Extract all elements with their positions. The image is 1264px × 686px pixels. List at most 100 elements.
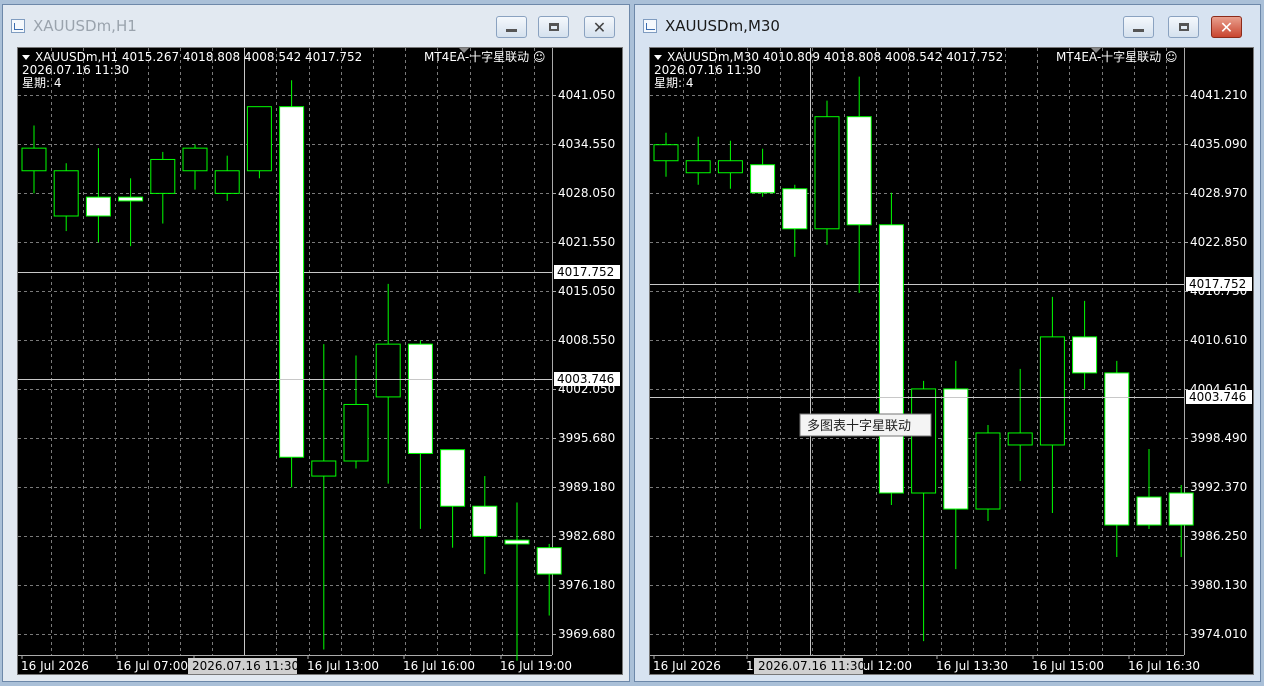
candle-body	[750, 164, 776, 194]
y-tick-label: 3974.010	[1190, 627, 1247, 641]
y-tick-label: 4022.850	[1190, 235, 1247, 249]
candle-body	[782, 188, 808, 230]
x-tick-label: 16 Jul 2026	[21, 659, 89, 673]
chart-canvas: 4041.2104035.0904028.9704022.8504016.730…	[650, 48, 1252, 674]
candle	[182, 144, 208, 190]
chart-icon	[643, 19, 657, 33]
y-tick-label: 3976.180	[558, 578, 615, 592]
candle	[717, 140, 743, 189]
window-title: XAUUSDm,M30	[665, 17, 780, 35]
candle-body	[1136, 496, 1162, 526]
candle	[1007, 368, 1033, 481]
current-price-tag-label: 4017.752	[1189, 277, 1246, 291]
bar-datetime-label: 2026.07.16 11:30	[654, 63, 761, 77]
x-tick-label: 16 Jul 13:30	[936, 659, 1008, 673]
candle-body	[214, 170, 240, 194]
minimize-button[interactable]	[1123, 16, 1154, 38]
x-tick-label: 16 Jul 15:00	[1032, 659, 1104, 673]
x-tick-label: 16 Jul 07:00	[116, 659, 188, 673]
candle-body	[1168, 492, 1194, 526]
y-tick-label: 3995.680	[558, 431, 615, 445]
candle	[150, 151, 176, 224]
title-bar[interactable]: XAUUSDm,M30 ✕	[635, 5, 1260, 45]
symbol-info-line: XAUUSDm,M30 4010.809 4018.808 4008.542 4…	[667, 50, 1003, 64]
y-tick-label: 3980.130	[1190, 578, 1247, 592]
candle	[846, 76, 872, 293]
maximize-button[interactable]	[538, 16, 569, 38]
candle	[1072, 300, 1098, 389]
y-tick-label: 4028.970	[1190, 186, 1247, 200]
symbol-info-line: XAUUSDm,H1 4015.267 4018.808 4008.542 40…	[35, 50, 362, 64]
candle	[21, 125, 47, 194]
candle-body	[150, 158, 176, 194]
candle-body	[846, 116, 872, 226]
y-tick-label: 4034.550	[558, 137, 615, 151]
close-button[interactable]: ✕	[584, 16, 615, 38]
y-tick-label: 3986.250	[1190, 529, 1247, 543]
candle	[943, 360, 969, 570]
candle	[214, 155, 240, 201]
x-tick-label: 16 Jul 13:00	[307, 659, 379, 673]
candle	[279, 80, 305, 488]
y-tick-label: 3992.370	[1190, 480, 1247, 494]
candle-body	[343, 403, 369, 462]
maximize-button[interactable]	[1168, 16, 1199, 38]
candle-body	[1072, 336, 1098, 374]
chart-canvas: 4041.050 4034.550 4028.050 4021.550 4015.050…	[18, 48, 620, 674]
weekday-label: 星期: 4	[22, 76, 62, 90]
candle-body	[118, 196, 144, 202]
y-tick-label: 3969.680	[558, 627, 615, 641]
candle-body	[653, 144, 679, 162]
y-tick-label: 4010.610	[1190, 333, 1247, 347]
candle	[85, 148, 111, 243]
y-tick-label: 4041.050	[558, 88, 615, 102]
candle	[1039, 296, 1065, 514]
title-bar[interactable]: XAUUSDm,H1 ✕	[3, 5, 629, 45]
candle-body	[311, 460, 337, 477]
candle	[975, 424, 1001, 522]
weekday-label: 星期: 4	[654, 76, 694, 90]
minimize-button[interactable]	[496, 16, 527, 38]
y-tick-label: 4015.050	[558, 284, 615, 298]
candle-body	[943, 388, 969, 510]
candle	[53, 163, 79, 232]
chart-window-m30[interactable]: XAUUSDm,M30 ✕ 4041.210 4035.090 4028.970 40…	[634, 4, 1261, 682]
candle-body	[975, 432, 1001, 510]
candle	[750, 148, 776, 197]
x-tick-label: 16 Jul 2026	[653, 659, 721, 673]
y-tick-label: 3982.680	[558, 529, 615, 543]
close-button[interactable]: ✕	[1211, 16, 1242, 38]
candle-body	[685, 160, 711, 174]
candle	[407, 340, 433, 529]
candle	[814, 100, 840, 245]
x-tick-label: 16 Jul 19:00	[500, 659, 572, 673]
x-tick-label: 16 Jul 16:00	[403, 659, 475, 673]
y-tick-label: 3998.490	[1190, 431, 1247, 445]
candle	[343, 355, 369, 469]
dropdown-triangle-icon	[22, 55, 30, 60]
y-tick-label: 3989.180	[558, 480, 615, 494]
candle-body	[246, 106, 272, 172]
y-tick-label: 4041.210	[1190, 88, 1247, 102]
candle-body	[440, 449, 466, 507]
candle	[653, 132, 679, 177]
candle	[782, 184, 808, 257]
candle	[1168, 484, 1194, 558]
current-price-tag-label: 4017.752	[557, 265, 614, 279]
candle-body	[407, 343, 433, 454]
crosshair-time-tag-label: 2026.07.16 11:30	[758, 659, 865, 673]
candlestick-chart[interactable]: 4041.050 4034.550 4028.050 4021.550 4015.050…	[17, 47, 623, 675]
window-title: XAUUSDm,H1	[33, 17, 137, 35]
crosshair-time-tag-label: 2026.07.16 11:30	[192, 659, 299, 673]
candle	[1104, 360, 1130, 558]
candle-body	[279, 106, 305, 458]
candle-body	[878, 224, 904, 494]
candle-body	[85, 196, 111, 217]
candle-body	[182, 147, 208, 172]
chart-icon	[11, 19, 25, 33]
candlestick-chart[interactable]: 4041.2104035.0904028.9704022.8504016.730…	[649, 47, 1254, 675]
chart-window-h1[interactable]: XAUUSDm,H1 ✕ 4041.050 4034.550 4028.050 402…	[2, 4, 630, 682]
ea-name-label: MT4EA-十字星联动 ☺	[424, 49, 546, 64]
ea-name-label: MT4EA-十字星联动 ☺	[1056, 49, 1178, 64]
crosshair-price-tag-label: 4003.746	[1189, 390, 1246, 404]
